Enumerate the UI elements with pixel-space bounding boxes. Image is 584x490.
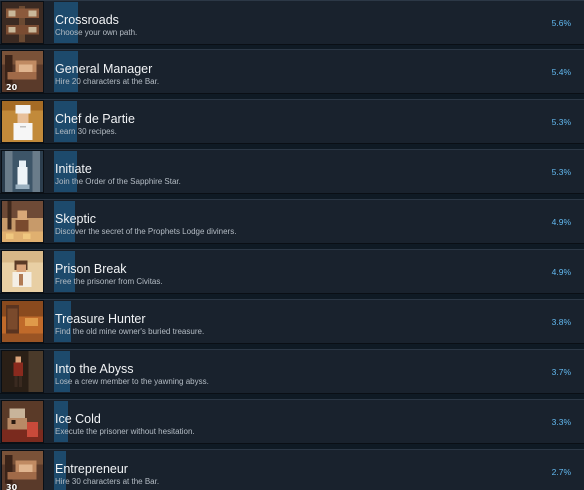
- achievement-body: Crossroads Choose your own path. 5.6%: [48, 1, 584, 44]
- achievement-description: Hire 30 characters at the Bar.: [55, 477, 160, 486]
- achievement-list: Crossroads Choose your own path. 5.6% 20 Ge…: [0, 0, 584, 490]
- entrepreneur-icon: 30: [1, 450, 44, 490]
- treasure-hunter-icon: [1, 300, 44, 343]
- unlock-percent: 4.9%: [551, 217, 571, 227]
- crossroads-signpost-icon: [1, 1, 44, 44]
- achievement-title: Entrepreneur: [55, 462, 128, 476]
- achievement-row[interactable]: Into the Abyss Lose a crew member to the …: [0, 349, 584, 394]
- achievement-row[interactable]: Treasure Hunter Find the old mine owner's…: [0, 299, 584, 344]
- achievement-body: Entrepreneur Hire 30 characters at the Ba…: [48, 450, 584, 490]
- general-manager-icon: 20: [1, 50, 44, 93]
- unlock-percent: 3.3%: [551, 417, 571, 427]
- achievement-body: Into the Abyss Lose a crew member to the …: [48, 350, 584, 393]
- achievement-description: Choose your own path.: [55, 28, 138, 37]
- achievement-title: Into the Abyss: [55, 362, 134, 376]
- achievement-row[interactable]: 30 Entrepreneur Hire 30 characters at the …: [0, 449, 584, 490]
- unlock-percent: 5.6%: [551, 18, 571, 28]
- ice-cold-icon: [1, 400, 44, 443]
- achievement-body: Treasure Hunter Find the old mine owner's…: [48, 300, 584, 343]
- achievement-description: Discover the secret of the Prophets Lodg…: [55, 227, 237, 236]
- achievement-body: Ice Cold Execute the prisoner without hes…: [48, 400, 584, 443]
- achievement-row[interactable]: Initiate Join the Order of the Sapphire S…: [0, 149, 584, 194]
- unlock-percent: 3.8%: [551, 317, 571, 327]
- achievement-body: Skeptic Discover the secret of the Prophe…: [48, 200, 584, 243]
- icon-badge: 30: [6, 483, 18, 490]
- initiate-icon: [1, 150, 44, 193]
- achievement-title: Treasure Hunter: [55, 312, 146, 326]
- skeptic-icon: [1, 200, 44, 243]
- unlock-percent: 5.4%: [551, 67, 571, 77]
- achievement-body: Chef de Partie Learn 30 recipes. 5.3%: [48, 100, 584, 143]
- achievement-description: Hire 20 characters at the Bar.: [55, 77, 160, 86]
- achievement-title: Skeptic: [55, 212, 96, 226]
- unlock-percent: 5.3%: [551, 117, 571, 127]
- achievement-title: Ice Cold: [55, 412, 101, 426]
- achievement-title: Chef de Partie: [55, 112, 135, 126]
- achievement-row[interactable]: Ice Cold Execute the prisoner without hes…: [0, 399, 584, 444]
- chef-icon: [1, 100, 44, 143]
- unlock-percent: 5.3%: [551, 167, 571, 177]
- unlock-percent: 4.9%: [551, 267, 571, 277]
- achievement-body: Prison Break Free the prisoner from Civit…: [48, 250, 584, 293]
- achievement-description: Join the Order of the Sapphire Star.: [55, 177, 181, 186]
- achievement-description: Execute the prisoner without hesitation.: [55, 427, 195, 436]
- achievement-body: Initiate Join the Order of the Sapphire S…: [48, 150, 584, 193]
- achievement-row[interactable]: Chef de Partie Learn 30 recipes. 5.3%: [0, 99, 584, 144]
- achievement-description: Free the prisoner from Civitas.: [55, 277, 163, 286]
- unlock-percent: 3.7%: [551, 367, 571, 377]
- achievement-row[interactable]: 20 General Manager Hire 20 characters at t…: [0, 49, 584, 94]
- achievement-row[interactable]: Prison Break Free the prisoner from Civit…: [0, 249, 584, 294]
- achievement-row[interactable]: Skeptic Discover the secret of the Prophe…: [0, 199, 584, 244]
- achievement-title: General Manager: [55, 62, 153, 76]
- achievement-title: Crossroads: [55, 13, 119, 27]
- unlock-percent: 2.7%: [551, 467, 571, 477]
- achievement-description: Find the old mine owner's buried treasur…: [55, 327, 205, 336]
- achievement-description: Lose a crew member to the yawning abyss.: [55, 377, 209, 386]
- achievement-description: Learn 30 recipes.: [55, 127, 117, 136]
- abyss-icon: [1, 350, 44, 393]
- prison-break-icon: [1, 250, 44, 293]
- achievement-body: General Manager Hire 20 characters at the…: [48, 50, 584, 93]
- achievement-row[interactable]: Crossroads Choose your own path. 5.6%: [0, 0, 584, 45]
- icon-badge: 20: [6, 83, 18, 92]
- achievement-title: Initiate: [55, 162, 92, 176]
- achievement-title: Prison Break: [55, 262, 127, 276]
